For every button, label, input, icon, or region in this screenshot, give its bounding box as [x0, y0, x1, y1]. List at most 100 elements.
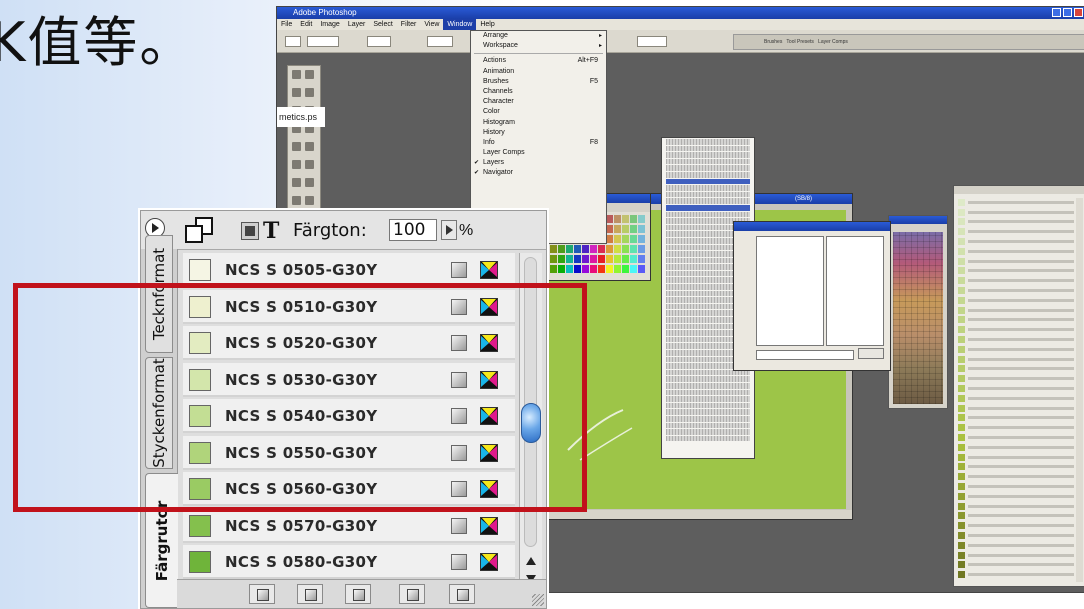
ncs-list-row[interactable] [958, 423, 1074, 432]
ncs-list-row[interactable] [958, 257, 1074, 266]
window-menu-item[interactable]: Arrange ▸ [471, 31, 606, 41]
ps-swatch-cell[interactable] [558, 245, 565, 253]
ps-swatch-cell[interactable] [558, 265, 565, 273]
scrollbar-thumb[interactable] [521, 403, 541, 443]
menu-image[interactable]: Image [316, 19, 343, 30]
ncs-list-row[interactable] [958, 355, 1074, 364]
swatch-row[interactable]: NCS S 0520-G30Y [183, 326, 515, 360]
tint-input[interactable]: 100 [389, 219, 437, 241]
ncs-list-row[interactable] [958, 335, 1074, 344]
ncs-list-row[interactable] [958, 384, 1074, 393]
ps-swatch-cell[interactable] [566, 255, 573, 263]
ps-swatch-cell[interactable] [566, 265, 573, 273]
show-gradient-swatches-button[interactable] [345, 584, 371, 604]
ps-swatch-cell[interactable] [566, 245, 573, 253]
ps-swatch-cell[interactable] [638, 225, 645, 233]
ps-swatch-cell[interactable] [638, 235, 645, 243]
swatch-row[interactable]: NCS S 0540-G30Y [183, 399, 515, 433]
ps-swatch-cell[interactable] [574, 245, 581, 253]
formatting-container-icon[interactable] [241, 222, 259, 240]
ps-swatch-cell[interactable] [638, 265, 645, 273]
menu-select[interactable]: Select [369, 19, 396, 30]
ps-swatch-cell[interactable] [574, 265, 581, 273]
window-menu-item[interactable]: Layers [471, 158, 606, 168]
flyout-menu-item[interactable] [666, 198, 750, 204]
ps-swatch-cell[interactable] [582, 265, 589, 273]
preset-list-left[interactable] [756, 236, 824, 346]
ncs-list-row[interactable] [958, 208, 1074, 217]
flyout-menu-item[interactable] [666, 422, 750, 429]
ps-swatch-cell[interactable] [590, 245, 597, 253]
type-tool-icon[interactable] [305, 196, 314, 205]
menu-edit[interactable]: Edit [296, 19, 316, 30]
ncs-list-row[interactable] [958, 570, 1074, 579]
tab-character-styles[interactable]: Tecknformat [145, 235, 173, 353]
fill-swatch-icon[interactable] [185, 225, 203, 243]
ps-swatch-cell[interactable] [550, 245, 557, 253]
swatch-row[interactable]: NCS S 0580-G30Y [183, 545, 515, 579]
menu-window[interactable]: Window [443, 19, 477, 30]
tab-swatches[interactable]: Färgrutor [145, 473, 178, 608]
ps-swatch-cell[interactable] [606, 265, 613, 273]
ncs-list-row[interactable] [958, 247, 1074, 256]
ps-swatch-cell[interactable] [622, 225, 629, 233]
ps-swatch-cell[interactable] [630, 245, 637, 253]
ncs-list-row[interactable] [958, 316, 1074, 325]
ps-swatch-cell[interactable] [630, 235, 637, 243]
ncs-list-row[interactable] [958, 365, 1074, 374]
tool-preset-picker[interactable] [285, 36, 301, 47]
ps-swatch-cell[interactable] [590, 265, 597, 273]
ps-swatch-cell[interactable] [582, 245, 589, 253]
stamp-tool-icon[interactable] [292, 142, 301, 151]
ps-swatch-cell[interactable] [622, 265, 629, 273]
ncs-list-row[interactable] [958, 433, 1074, 442]
ncs-list-row[interactable] [958, 443, 1074, 452]
swatch-row[interactable]: NCS S 0510-G30Y [183, 289, 515, 324]
ps-swatch-cell[interactable] [606, 225, 613, 233]
ncs-list-row[interactable] [958, 512, 1074, 521]
ps-swatch-cell[interactable] [598, 255, 605, 263]
ncs-list-row[interactable] [958, 404, 1074, 413]
window-menu-item[interactable]: Channels [471, 87, 606, 97]
flyout-menu-item[interactable] [666, 165, 750, 171]
ncs-list-row[interactable] [958, 463, 1074, 472]
flyout-menu-item[interactable] [666, 415, 750, 422]
window-menu-item[interactable]: Info F8 [471, 138, 606, 148]
ncs-list-row[interactable] [958, 306, 1074, 315]
ncs-list-row[interactable] [958, 521, 1074, 530]
ncs-list-row[interactable] [958, 394, 1074, 403]
flyout-menu-item[interactable] [666, 191, 750, 198]
ncs-list-row[interactable] [958, 502, 1074, 511]
ncs-list-row[interactable] [958, 286, 1074, 295]
window-menu-item[interactable]: Workspace ▸ [471, 41, 606, 51]
ps-swatch-cell[interactable] [550, 265, 557, 273]
ps-swatch-cell[interactable] [598, 265, 605, 273]
height-input[interactable] [637, 36, 667, 47]
feather-input[interactable] [367, 36, 391, 47]
dodge-tool-icon[interactable] [305, 178, 314, 187]
window-menu-item[interactable]: Animation [471, 67, 606, 77]
palette-well-tab-layer-comps[interactable]: Layer Comps [818, 39, 848, 45]
flyout-menu-item[interactable] [666, 145, 750, 152]
minimize-button[interactable] [1052, 8, 1061, 17]
ncs-list-row[interactable] [958, 453, 1074, 462]
history-brush-tool-icon[interactable] [305, 142, 314, 151]
menu-help[interactable]: Help [476, 19, 498, 30]
eraser-tool-icon[interactable] [292, 160, 301, 169]
flyout-menu-item[interactable] [666, 402, 750, 409]
flyout-menu-item[interactable] [666, 211, 750, 218]
flyout-menu-item[interactable] [666, 409, 750, 415]
maximize-button[interactable] [1063, 8, 1072, 17]
ncs-list-row[interactable] [958, 325, 1074, 334]
ps-swatch-cell[interactable] [614, 255, 621, 263]
menu-layer[interactable]: Layer [344, 19, 370, 30]
ncs-list-row[interactable] [958, 551, 1074, 560]
swatch-row[interactable]: NCS S 0570-G30Y [183, 508, 515, 543]
delete-swatch-button[interactable] [449, 584, 475, 604]
tint-slider-arrow-icon[interactable] [441, 220, 457, 240]
flyout-menu-item[interactable] [666, 185, 750, 191]
ps-swatch-cell[interactable] [630, 255, 637, 263]
ncs-list-row[interactable] [958, 227, 1074, 236]
tab-paragraph-styles[interactable]: Styckenformat [145, 357, 173, 469]
flyout-menu-item[interactable] [666, 396, 750, 402]
